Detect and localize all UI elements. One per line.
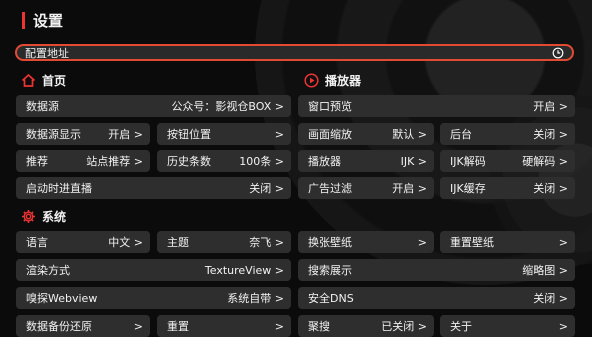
section-system: 系统: [21, 208, 66, 225]
setting-scale[interactable]: 画面缩放 默认 >: [298, 123, 434, 145]
setting-value: TextureView >: [204, 263, 284, 277]
setting-label: 按钮位置: [167, 128, 211, 141]
setting-label: 数据源: [26, 100, 59, 113]
setting-value: 系统自带 >: [227, 292, 284, 305]
setting-ijk-cache[interactable]: IJK缓存 关闭 >: [440, 177, 575, 199]
setting-label: 后台: [450, 128, 472, 141]
setting-theme[interactable]: 主题 奈飞 >: [157, 231, 291, 253]
setting-ijk-decode[interactable]: IJK解码 硬解码 >: [440, 150, 575, 172]
config-address-label: 配置地址: [25, 46, 69, 60]
setting-label: 播放器: [308, 155, 341, 168]
setting-value: 站点推荐 >: [86, 155, 143, 168]
setting-label: 窗口预览: [308, 100, 352, 113]
setting-player[interactable]: 播放器 IJK >: [298, 150, 434, 172]
section-home: 首页: [21, 72, 66, 89]
setting-label: 推荐: [26, 155, 48, 168]
setting-value: 中文 >: [108, 236, 143, 249]
gear-icon: [22, 210, 35, 223]
setting-label: 关于: [450, 320, 472, 333]
config-address-field[interactable]: 配置地址: [15, 44, 574, 61]
setting-value: 开启 >: [392, 182, 427, 195]
setting-value: 关闭 >: [533, 128, 568, 141]
setting-value: 开启 >: [108, 128, 143, 141]
setting-value: 奈飞 >: [249, 236, 284, 249]
setting-value: 关闭 >: [533, 292, 568, 305]
setting-about[interactable]: 关于 >: [440, 315, 575, 337]
setting-label: 启动时进直播: [26, 182, 92, 195]
setting-label: 广告过滤: [308, 182, 352, 195]
setting-value: >: [558, 235, 568, 249]
section-player: 播放器: [304, 72, 361, 89]
setting-value: 已关闭 >: [381, 320, 427, 333]
title-accent-bar: [22, 11, 25, 29]
setting-label: 历史条数: [167, 155, 211, 168]
setting-label: IJK缓存: [450, 182, 486, 195]
setting-source-display[interactable]: 数据源显示 开启 >: [16, 123, 150, 145]
section-home-title: 首页: [42, 74, 67, 88]
setting-render[interactable]: 渲染方式 TextureView >: [16, 259, 291, 281]
history-clock-icon[interactable]: [552, 47, 564, 59]
page-title-text: 设置: [33, 11, 64, 30]
setting-value: >: [274, 319, 284, 333]
setting-label: 安全DNS: [308, 292, 354, 305]
setting-label: 重置壁纸: [450, 236, 494, 249]
setting-reset[interactable]: 重置 >: [157, 315, 291, 337]
setting-language[interactable]: 语言 中文 >: [16, 231, 150, 253]
setting-label: 数据备份还原: [26, 320, 92, 333]
setting-label: IJK解码: [450, 155, 486, 168]
setting-sniff-webview[interactable]: 嗅探Webview 系统自带 >: [16, 287, 291, 309]
setting-value: >: [133, 319, 143, 333]
setting-label: 换张壁纸: [308, 236, 352, 249]
setting-value: 硬解码 >: [522, 155, 568, 168]
setting-label: 重置: [167, 320, 189, 333]
setting-value: 100条 >: [239, 155, 284, 168]
setting-value: 默认 >: [392, 128, 427, 141]
setting-value: 关闭 >: [249, 182, 284, 195]
setting-value: 开启 >: [533, 100, 568, 113]
setting-value: >: [558, 319, 568, 333]
setting-label: 语言: [26, 236, 48, 249]
setting-ad-filter[interactable]: 广告过滤 开启 >: [298, 177, 434, 199]
setting-history[interactable]: 历史条数 100条 >: [157, 150, 291, 172]
play-circle-icon: [304, 73, 319, 88]
setting-data-source[interactable]: 数据源 公众号：影视仓BOX >: [16, 95, 291, 117]
setting-label: 搜索展示: [308, 264, 352, 277]
setting-label: 嗅探Webview: [26, 292, 98, 305]
setting-aggregate-search[interactable]: 聚搜 已关闭 >: [298, 315, 434, 337]
setting-backup[interactable]: 数据备份还原 >: [16, 315, 150, 337]
setting-label: 聚搜: [308, 320, 330, 333]
setting-reset-wallpaper[interactable]: 重置壁纸 >: [440, 231, 575, 253]
section-system-title: 系统: [42, 210, 67, 224]
setting-safe-dns[interactable]: 安全DNS 关闭 >: [298, 287, 575, 309]
setting-label: 渲染方式: [26, 264, 70, 277]
setting-button-position[interactable]: 按钮位置 >: [157, 123, 291, 145]
setting-label: 画面缩放: [308, 128, 352, 141]
setting-value: >: [417, 235, 427, 249]
setting-label: 数据源显示: [26, 128, 81, 141]
setting-startup-live[interactable]: 启动时进直播 关闭 >: [16, 177, 291, 199]
setting-value: 关闭 >: [533, 182, 568, 195]
page-title: 设置: [22, 9, 63, 31]
setting-window-preview[interactable]: 窗口预览 开启 >: [298, 95, 575, 117]
section-player-title: 播放器: [325, 74, 362, 88]
setting-value: 缩略图 >: [522, 264, 568, 277]
setting-label: 主题: [167, 236, 189, 249]
setting-value: IJK >: [400, 154, 427, 168]
home-icon: [21, 73, 36, 87]
setting-value: 公众号：影视仓BOX >: [171, 100, 284, 113]
setting-change-wallpaper[interactable]: 换张壁纸 >: [298, 231, 434, 253]
setting-search-display[interactable]: 搜索展示 缩略图 >: [298, 259, 575, 281]
setting-value: >: [274, 127, 284, 141]
setting-background[interactable]: 后台 关闭 >: [440, 123, 575, 145]
setting-recommend[interactable]: 推荐 站点推荐 >: [16, 150, 150, 172]
